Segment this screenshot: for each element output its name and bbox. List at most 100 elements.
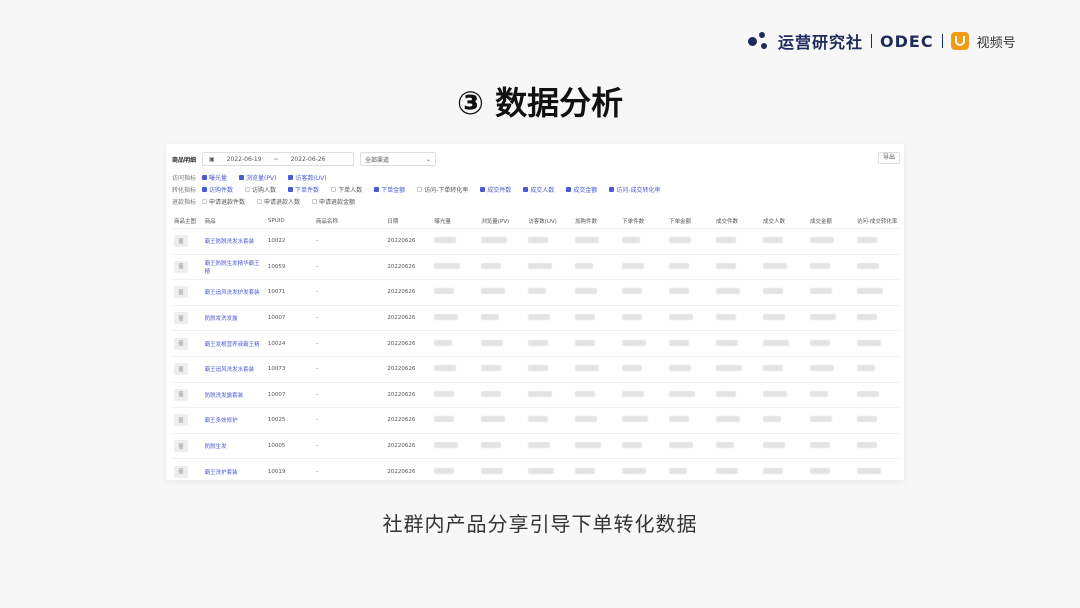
metric-checkbox[interactable]: 下单人数	[331, 185, 362, 194]
redacted-value	[528, 237, 549, 244]
column-header[interactable]: SPUID	[265, 214, 314, 229]
redacted-value-cell	[760, 356, 808, 383]
redacted-value-cell	[854, 433, 902, 460]
redacted-value-cell	[807, 228, 855, 255]
column-header[interactable]: 浏览量(PV)	[479, 214, 527, 229]
column-header[interactable]: 日期	[385, 214, 433, 229]
date-cell: 20220626	[385, 407, 433, 434]
redacted-value	[622, 467, 647, 474]
export-button[interactable]: 导出	[877, 152, 900, 164]
product-link[interactable]: 霸王洗护套装	[202, 458, 266, 480]
redacted-value-cell	[807, 330, 855, 357]
redacted-value-cell	[526, 433, 574, 460]
redacted-value	[809, 237, 834, 244]
channel-select-value: 全部渠道	[365, 156, 390, 164]
metric-checkbox[interactable]: 成交金额	[566, 185, 597, 194]
redacted-value-cell	[714, 330, 761, 357]
product-link[interactable]: 防脱发洗发露	[202, 305, 266, 332]
metric-checkbox[interactable]: 浏览量(PV)	[239, 173, 276, 182]
product-data-table: 商品主图 商品 SPUID 商品名称 日期 曝光量 浏览量(PV) 访客数(UV) 加购件数 下单…	[172, 214, 902, 480]
checkbox-checked-icon	[374, 187, 380, 192]
column-header[interactable]: 商品	[202, 214, 266, 229]
column-header[interactable]: 成交金额	[807, 214, 855, 229]
redacted-value-cell	[526, 228, 574, 255]
date-cell: 20220626	[385, 330, 433, 357]
metric-checkbox-label: 申请退款金额	[319, 199, 356, 206]
table-row[interactable]: 图 霸王追风洗发水套装 10073-20220626	[172, 356, 902, 383]
column-header[interactable]: 成交件数	[714, 214, 761, 229]
table-row[interactable]: 图 霸王发根营养液霸王精 10024-20220626	[172, 330, 902, 357]
redacted-value	[481, 314, 500, 321]
redacted-value	[575, 442, 602, 449]
redacted-value	[809, 262, 830, 269]
table-row[interactable]: 图 霸王防脱洗发水套装 10022-20220626	[172, 228, 902, 255]
metric-checkbox[interactable]: 申请退款人数	[257, 197, 300, 206]
column-header[interactable]: 访客数(UV)	[526, 214, 574, 229]
redacted-value	[481, 365, 502, 372]
table-row[interactable]: 图 霸王追风洗发护发套装 10071-20220626	[172, 279, 902, 306]
product-link[interactable]: 霸王防脱生发精华霸王精	[202, 254, 266, 281]
redacted-value-cell	[760, 407, 808, 434]
redacted-value	[762, 467, 783, 474]
table-row[interactable]: 图 霸王洗护套装 10019-20220626	[172, 458, 902, 480]
redacted-value-cell	[667, 330, 715, 357]
channel-select[interactable]: 全部渠道 ⌄	[360, 152, 437, 166]
thumbnail-cell: 图	[172, 356, 203, 383]
metric-checkbox[interactable]: 下单金额	[374, 185, 405, 194]
calendar-icon: ▣	[209, 155, 215, 163]
metric-checkbox[interactable]: 成交人数	[523, 185, 554, 194]
product-thumbnail: 图	[174, 414, 188, 427]
redacted-value	[856, 416, 877, 423]
metric-checkbox[interactable]: 申请退款件数	[202, 197, 245, 206]
redacted-value	[481, 262, 502, 269]
redacted-value-cell	[854, 330, 902, 357]
table-row[interactable]: 图 防脱洗发露套装 10007-20220626	[172, 382, 902, 409]
column-header[interactable]: 曝光量	[432, 214, 480, 229]
product-name-cell: -	[313, 356, 386, 383]
redacted-value-cell	[479, 382, 527, 409]
metric-checkbox-label: 访购人数	[252, 187, 277, 194]
column-header[interactable]: 下单金额	[667, 214, 715, 229]
product-link[interactable]: 霸王发根营养液霸王精	[202, 330, 266, 357]
metric-checkbox[interactable]: 访购人数	[245, 185, 276, 194]
redacted-value-cell	[573, 407, 621, 434]
metric-checkbox[interactable]: 访购件数	[202, 185, 233, 194]
redacted-value-cell	[573, 228, 621, 255]
product-link[interactable]: 霸王多效修护	[202, 407, 266, 434]
redacted-value	[622, 314, 643, 321]
table-row[interactable]: 图 防脱生发 10005-20220626	[172, 433, 902, 460]
product-link[interactable]: 霸王防脱洗发水套装	[202, 228, 266, 255]
column-header[interactable]: 访问-成交转化率	[854, 214, 902, 229]
column-header[interactable]: 商品名称	[313, 214, 386, 229]
redacted-value	[669, 288, 690, 295]
product-name-cell: -	[313, 382, 386, 409]
column-header[interactable]: 商品主图	[172, 214, 203, 229]
table-row[interactable]: 图 霸王多效修护 10025-20220626	[172, 407, 902, 434]
product-link[interactable]: 防脱洗发露套装	[202, 382, 266, 409]
metric-checkbox[interactable]: 成交件数	[480, 185, 511, 194]
redacted-value	[528, 390, 553, 397]
thumbnail-cell: 图	[172, 305, 203, 332]
column-header[interactable]: 加购件数	[573, 214, 621, 229]
date-cell: 20220626	[385, 228, 433, 255]
table-row[interactable]: 图 霸王防脱生发精华霸王精 10059-20220626	[172, 254, 902, 281]
product-link[interactable]: 霸王追风洗发水套装	[202, 356, 266, 383]
thumbnail-cell: 图	[172, 254, 203, 281]
column-header[interactable]: 下单件数	[620, 214, 668, 229]
date-cell: 20220626	[385, 433, 433, 460]
redacted-value-cell	[714, 254, 761, 281]
date-range-picker[interactable]: ▣ 2022-06-19 ~ 2022-06-26	[202, 152, 355, 166]
metric-checkbox[interactable]: 访客数(UV)	[288, 173, 327, 182]
metric-checkbox[interactable]: 访问-成交转化率	[609, 185, 660, 194]
redacted-value-cell	[714, 433, 761, 460]
table-row[interactable]: 图 防脱发洗发露 10007-20220626	[172, 305, 902, 332]
metric-checkbox[interactable]: 申请退款金额	[312, 197, 355, 206]
metric-checkbox[interactable]: 曝光量	[202, 173, 227, 182]
metric-checkbox[interactable]: 访问-下单转化率	[417, 185, 468, 194]
metric-checkbox[interactable]: 下单件数	[288, 185, 319, 194]
thumbnail-cell: 图	[172, 407, 203, 434]
product-link[interactable]: 防脱生发	[202, 433, 266, 460]
column-header[interactable]: 成交人数	[760, 214, 808, 229]
product-link[interactable]: 霸王追风洗发护发套装	[202, 279, 266, 306]
spuid-cell: 10007	[265, 382, 314, 409]
